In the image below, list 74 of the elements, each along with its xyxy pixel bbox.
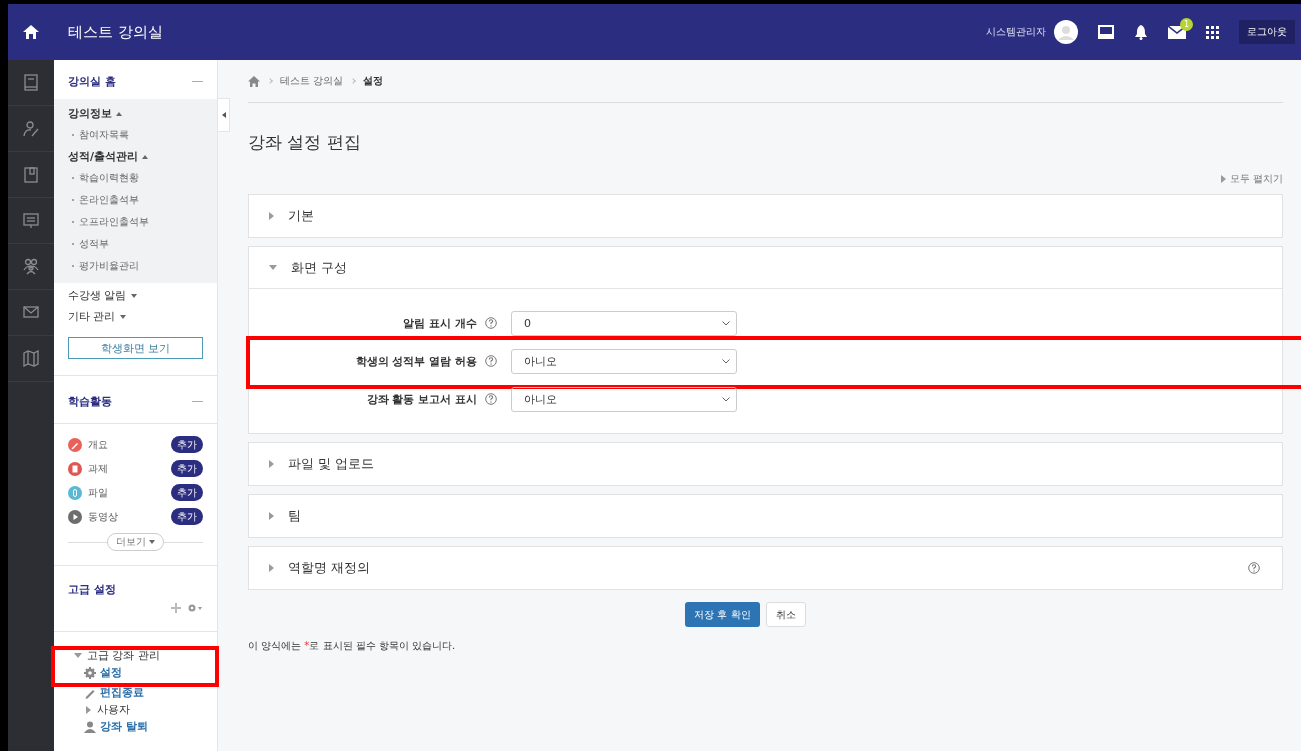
more-button[interactable]: 더보기 (107, 533, 164, 551)
presentation-icon[interactable] (23, 212, 39, 229)
logout-button[interactable]: 로그아웃 (1239, 20, 1295, 44)
tree-link[interactable]: 설정 (100, 665, 122, 680)
activity-name[interactable]: 과제 (88, 461, 108, 476)
menu-group[interactable]: 성적/출석관리 (54, 146, 163, 167)
gear-icon (84, 666, 96, 679)
page-title: 강좌 설정 편집 (248, 131, 362, 154)
tree-link[interactable]: 강좌 탈퇴 (100, 719, 148, 734)
book-icon[interactable] (23, 74, 39, 91)
field-label: 강좌 활동 보고서 표시 (366, 391, 477, 407)
activity-name[interactable]: 동영상 (88, 509, 118, 524)
menu-item[interactable]: 오프라인출석부 (79, 215, 149, 229)
menu-item[interactable]: 성적부 (79, 237, 109, 251)
add-button[interactable]: 추가 (171, 436, 203, 453)
caret-left-icon (221, 112, 226, 118)
student-view-button[interactable]: 학생화면 보기 (68, 337, 203, 359)
home-icon[interactable] (22, 24, 40, 40)
field-label: 알림 표시 개수 (403, 315, 477, 331)
save-button[interactable]: 저장 후 확인 (685, 602, 760, 627)
add-button[interactable]: 추가 (171, 508, 203, 525)
add-button[interactable]: 추가 (171, 484, 203, 501)
collapse-tab[interactable] (218, 98, 230, 132)
chevron-down-icon (722, 358, 730, 364)
person-icon (84, 720, 96, 733)
bell-icon[interactable] (1134, 24, 1148, 40)
required-note: 이 양식에는 *로 표시된 필수 항목이 있습니다. (248, 639, 457, 653)
menu-group[interactable]: 기타 관리 (54, 306, 140, 327)
menu-item[interactable]: 평가비율관리 (79, 259, 139, 273)
menu-item[interactable]: 참여자목록 (79, 128, 129, 142)
section-header[interactable]: 역할명 재정의 (249, 547, 1282, 589)
help-icon[interactable] (485, 355, 497, 367)
gear-icon[interactable] (187, 603, 203, 613)
activity-name[interactable]: 파일 (88, 485, 108, 500)
menu-item[interactable]: 학습이력현황 (79, 171, 139, 185)
mail-icon[interactable] (1168, 25, 1186, 39)
help-icon[interactable] (485, 393, 497, 405)
notification-badge: 1 (1180, 17, 1193, 31)
avatar-icon[interactable] (1054, 20, 1078, 44)
menu-group[interactable]: 강의정보 (54, 103, 136, 124)
select-field[interactable]: 아니오 (511, 348, 737, 374)
notebook-icon[interactable] (23, 166, 39, 183)
tree-node[interactable]: 사용자 (84, 702, 130, 717)
cancel-button[interactable]: 취소 (765, 602, 806, 627)
select-field[interactable]: 0 (511, 310, 737, 336)
people-icon[interactable] (23, 258, 39, 275)
select-field[interactable]: 아니오 (511, 386, 737, 412)
panel-icon[interactable] (1098, 25, 1114, 39)
field-label: 학생의 성적부 열람 허용 (355, 353, 477, 369)
section-header[interactable]: 기본 (249, 195, 1282, 237)
section-header[interactable]: 파일 및 업로드 (249, 443, 1282, 485)
chevron-down-icon (722, 320, 730, 326)
map-icon[interactable] (23, 350, 39, 367)
block-title[interactable]: 고급 설정 (68, 582, 203, 597)
user-name[interactable]: 시스템관리자 (986, 25, 1046, 39)
activity-name[interactable]: 개요 (88, 437, 108, 452)
help-icon[interactable] (1248, 562, 1260, 574)
add-button[interactable]: 추가 (171, 460, 203, 477)
block-title[interactable]: 강의실 홈 (68, 74, 116, 89)
person-pen-icon[interactable] (23, 120, 39, 137)
help-icon[interactable] (485, 317, 497, 329)
chevron-down-icon (722, 396, 730, 402)
course-title[interactable]: 테스트 강의실 (68, 22, 163, 42)
menu-group[interactable]: 수강생 알림 (54, 285, 151, 306)
grid-menu-icon[interactable] (1206, 25, 1219, 39)
breadcrumb-item: 설정 (363, 74, 384, 88)
breadcrumb-item[interactable]: 테스트 강의실 (280, 74, 344, 88)
tree-node[interactable]: 고급 강좌 관리 (74, 648, 160, 663)
expand-all-link[interactable]: 모두 펼치기 (1220, 172, 1283, 186)
block-title[interactable]: 학습활동 (68, 394, 112, 409)
tree-link[interactable]: 편집종료 (100, 685, 144, 700)
section-header[interactable]: 팀 (249, 495, 1282, 537)
section-header[interactable]: 화면 구성 (249, 247, 1282, 289)
menu-item[interactable]: 온라인출석부 (79, 193, 139, 207)
